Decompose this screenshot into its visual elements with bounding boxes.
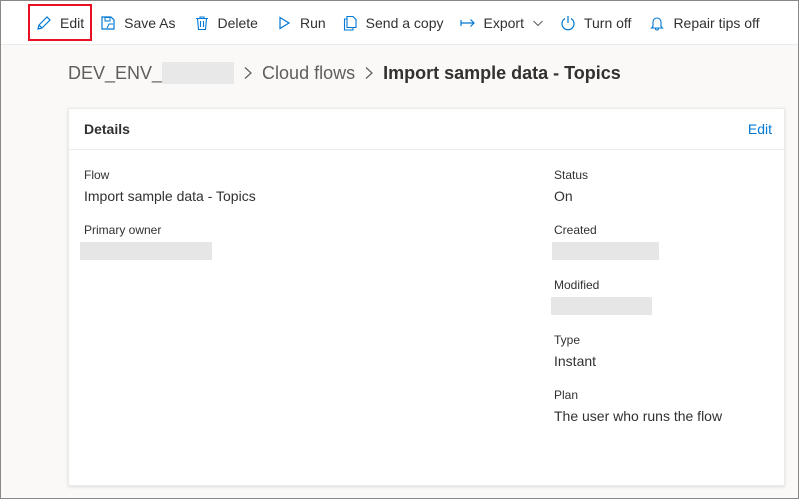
send-copy-button[interactable]: Send a copy [336,3,450,43]
plan-label: Plan [554,388,579,402]
export-arrow-icon [459,15,476,31]
owner-field: Primary owner [80,222,212,260]
status-label: Status [554,168,589,182]
type-value: Instant [554,353,597,369]
modified-field: Modified [551,277,652,315]
bell-icon [649,15,665,31]
send-copy-button-label: Send a copy [365,14,444,31]
type-label: Type [554,333,581,347]
save-as-button-label: Save As [124,14,176,31]
pencil-icon [36,15,52,31]
chevron-right-icon [242,66,254,80]
trash-icon [194,15,210,31]
flow-field: Flow Import sample data - Topics [84,167,256,206]
details-card-header: Details Edit [69,109,784,150]
type-field: Type Instant [554,332,596,371]
breadcrumb-cloud-flows[interactable]: Cloud flows [262,63,355,84]
breadcrumb-current-flow: Import sample data - Topics [383,62,621,83]
redacted-modified-value [551,297,652,315]
details-edit-link[interactable]: Edit [748,121,772,137]
redacted-created-value [552,242,659,260]
breadcrumb-environment[interactable]: DEV_ENV_ [68,63,162,84]
created-field: Created [552,222,659,260]
export-button-label: Export [483,14,524,31]
command-bar: Edit Save As Delete Run Send a copy Expo… [1,1,798,45]
plan-value: The user who runs the flow [554,408,723,424]
flow-value: Import sample data - Topics [84,188,256,204]
redacted-environment-suffix [162,62,235,84]
edit-button-label: Edit [60,14,85,31]
delete-button-label: Delete [217,14,258,31]
repair-tips-button-label: Repair tips off [673,14,760,31]
turn-off-button[interactable]: Turn off [554,3,637,43]
run-button-label: Run [299,14,326,31]
owner-label: Primary owner [84,223,162,237]
status-field: Status On [554,167,588,206]
modified-label: Modified [554,278,600,292]
export-button[interactable]: Export [454,3,550,43]
play-icon [276,15,292,31]
chevron-down-icon [532,17,544,29]
turn-off-button-label: Turn off [583,14,632,31]
redacted-owner-value [80,242,212,260]
created-label: Created [554,223,597,237]
edit-button[interactable]: Edit [28,4,93,41]
save-as-icon [100,15,116,31]
status-value: On [554,188,573,204]
save-as-button[interactable]: Save As [94,3,181,43]
chevron-right-icon [363,66,375,80]
breadcrumb: DEV_ENV_ Cloud flows Import sample data … [68,62,621,84]
power-icon [560,15,576,31]
delete-button[interactable]: Delete [188,3,264,43]
repair-tips-button[interactable]: Repair tips off [643,3,765,43]
plan-field: Plan The user who runs the flow [554,387,722,426]
copy-icon [342,15,358,31]
details-card: Details Edit Flow Import sample data - T… [68,108,785,486]
flow-label: Flow [84,168,110,182]
details-title: Details [84,121,130,137]
run-button[interactable]: Run [270,3,332,43]
